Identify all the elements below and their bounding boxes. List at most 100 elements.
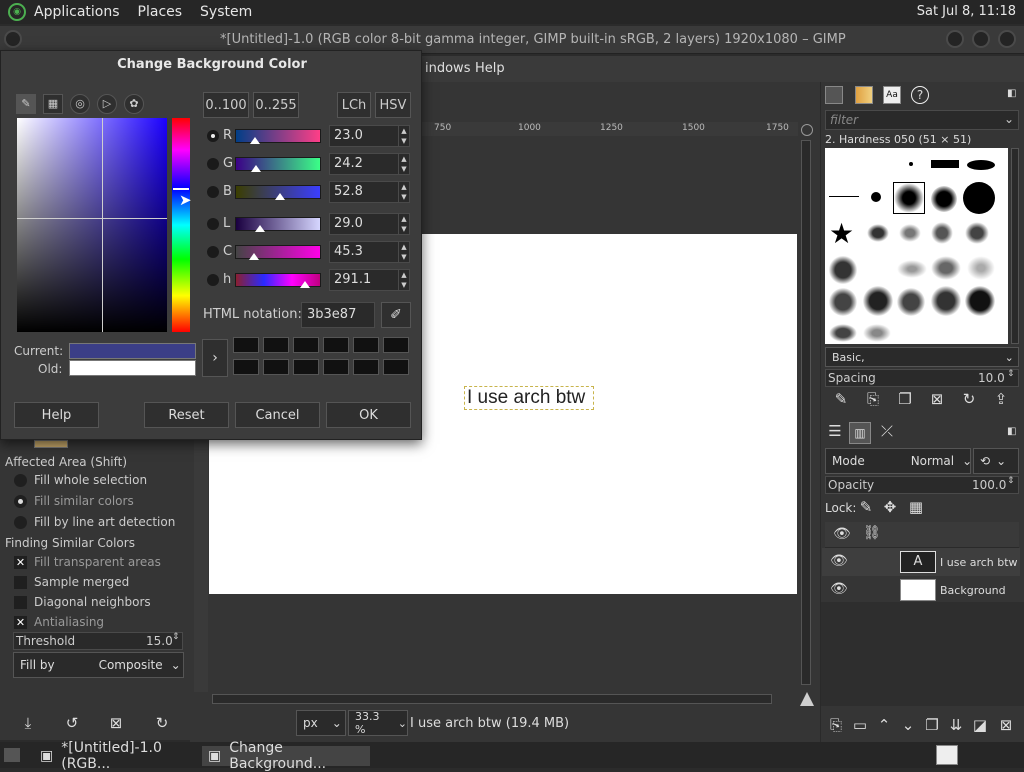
menu-applications[interactable]: Applications (34, 4, 120, 20)
spin-arrows-icon[interactable]: ▲ ▼ (398, 213, 410, 235)
antialiasing-option[interactable]: ✕ Antialiasing (14, 615, 104, 629)
channel-radio[interactable] (207, 218, 219, 230)
channel-radio[interactable] (207, 158, 219, 170)
ok-button[interactable]: OK (326, 402, 411, 428)
opacity-slider[interactable]: Opacity 100.0 ⇕ (825, 476, 1019, 494)
spin-arrows-icon[interactable]: ⇕ (1007, 476, 1015, 486)
brush-item[interactable] (909, 162, 913, 166)
sample-merged-option[interactable]: Sample merged (14, 575, 129, 589)
brush-preset-select[interactable]: Basic, ⌄ (825, 347, 1019, 367)
clock[interactable]: Sat Jul 8, 11:18 (917, 4, 1016, 19)
brush-item[interactable] (931, 186, 957, 212)
lock-pixels-icon[interactable]: ✎ (857, 498, 875, 516)
new-layer-icon[interactable]: ⎘ (827, 716, 845, 734)
brushes-tab[interactable] (825, 86, 843, 104)
lch-button[interactable]: LCh (337, 92, 371, 118)
brush-item[interactable] (899, 224, 921, 242)
layer-mask-icon[interactable]: ◪ (971, 716, 989, 734)
edit-brush-icon[interactable]: ✎ (831, 390, 851, 408)
fonts-tab-icon[interactable]: Aa (883, 86, 901, 104)
spin-arrows-icon[interactable]: ▲ ▼ (398, 181, 410, 203)
dock-menu-icon[interactable]: ◧ (1007, 88, 1016, 99)
history-swatch[interactable] (293, 337, 319, 353)
saturation-value-picker[interactable] (17, 118, 167, 332)
watercolor-selector-icon[interactable]: ◎ (70, 94, 90, 114)
brush-item[interactable] (871, 192, 881, 202)
brush-item[interactable] (897, 260, 927, 278)
checkbox-checked[interactable]: ✕ (14, 615, 27, 629)
spin-arrows-icon[interactable]: ▲ ▼ (398, 241, 410, 263)
checkbox-checked[interactable]: ✕ (14, 555, 27, 569)
menu-places[interactable]: Places (138, 4, 183, 20)
channels-tab-icon[interactable]: ▥ (849, 422, 871, 444)
history-swatch[interactable] (353, 337, 379, 353)
hue-strip[interactable] (172, 118, 190, 332)
checkbox[interactable] (14, 575, 27, 589)
channel-value[interactable]: 23.0 (329, 125, 399, 147)
lock-alpha-icon[interactable]: ▦ (907, 498, 925, 516)
reset-button[interactable]: Reset (144, 402, 229, 428)
open-brush-as-image-icon[interactable]: ⇪ (991, 390, 1011, 408)
menu-help[interactable]: Help (475, 61, 505, 76)
range-0-100-button[interactable]: 0..100 (203, 92, 249, 118)
refresh-brushes-icon[interactable]: ↻ (959, 390, 979, 408)
channel-slider[interactable] (235, 157, 321, 171)
channel-value[interactable]: 291.1 (329, 269, 399, 291)
brush-item[interactable] (965, 286, 995, 316)
close-window-button[interactable] (998, 30, 1016, 48)
channel-radio[interactable] (207, 246, 219, 258)
channel-slider-thumb[interactable] (275, 193, 286, 200)
history-swatch[interactable] (353, 359, 379, 375)
channel-value[interactable]: 29.0 (329, 213, 399, 235)
radio-selected[interactable] (14, 494, 27, 508)
brush-item[interactable] (931, 286, 961, 316)
channel-value[interactable]: 45.3 (329, 241, 399, 263)
unit-select[interactable]: px ⌄ (296, 710, 346, 736)
history-swatch[interactable] (383, 337, 409, 353)
layers-tab-icon[interactable]: ☰ (825, 422, 845, 440)
menu-windows[interactable]: indows (425, 61, 470, 76)
channel-slider-thumb[interactable] (249, 137, 260, 144)
history-swatch[interactable] (233, 359, 259, 375)
brush-item[interactable] (967, 160, 995, 170)
workspace-switcher[interactable] (936, 745, 958, 765)
cancel-button[interactable]: Cancel (235, 402, 320, 428)
eye-icon[interactable]: 👁 (830, 553, 848, 569)
new-layer-group-icon[interactable]: ▭ (851, 716, 869, 734)
star-brush-icon[interactable]: ★ (829, 220, 854, 248)
fill-transparent-option[interactable]: ✕ Fill transparent areas (14, 555, 161, 569)
history-swatch[interactable] (323, 359, 349, 375)
spin-arrows-icon[interactable]: ▲ ▼ (398, 125, 410, 147)
spacing-slider[interactable]: Spacing 10.0 ⇕ (825, 369, 1019, 387)
brush-item[interactable] (963, 182, 995, 214)
brush-item[interactable] (867, 224, 889, 242)
menu-system[interactable]: System (200, 4, 252, 20)
spin-arrows-icon[interactable]: ⇕ (1007, 369, 1015, 379)
duplicate-brush-icon[interactable]: ❐ (895, 390, 915, 408)
layer-row[interactable]: 👁 Background (822, 576, 1020, 604)
fill-similar-option[interactable]: Fill similar colors (14, 494, 134, 508)
navigate-icon[interactable] (801, 124, 813, 136)
palette-selector-icon[interactable]: ✿ (124, 94, 144, 114)
brush-item[interactable] (965, 222, 989, 244)
brush-item[interactable] (931, 160, 959, 168)
wheel-selector-icon[interactable]: ▷ (97, 94, 117, 114)
brush-scrollbar[interactable] (1011, 148, 1019, 344)
brush-grid[interactable]: ★ (825, 148, 1008, 344)
channel-slider[interactable] (235, 217, 321, 231)
radio[interactable] (14, 473, 27, 487)
task-gimp[interactable]: ▣ *[Untitled]-1.0 (RGB... (34, 740, 200, 772)
delete-layer-icon[interactable]: ⊠ (997, 716, 1015, 734)
brush-item[interactable] (931, 222, 953, 244)
diagonal-neighbors-option[interactable]: Diagonal neighbors (14, 595, 151, 609)
brush-item[interactable] (829, 196, 859, 197)
channel-slider-thumb[interactable] (254, 225, 265, 232)
layer-name[interactable]: Background (940, 584, 1006, 597)
threshold-slider[interactable]: Threshold 15.0 ⇕ (13, 632, 183, 650)
spin-arrows-icon[interactable]: ▲ ▼ (398, 153, 410, 175)
minimize-button[interactable] (946, 30, 964, 48)
distro-logo-icon[interactable]: ◉ (8, 3, 26, 21)
zoom-select[interactable]: 33.3 % ⌄ (348, 710, 408, 736)
spin-arrows-icon[interactable]: ⇕ (172, 632, 180, 642)
channel-radio[interactable] (207, 274, 219, 286)
